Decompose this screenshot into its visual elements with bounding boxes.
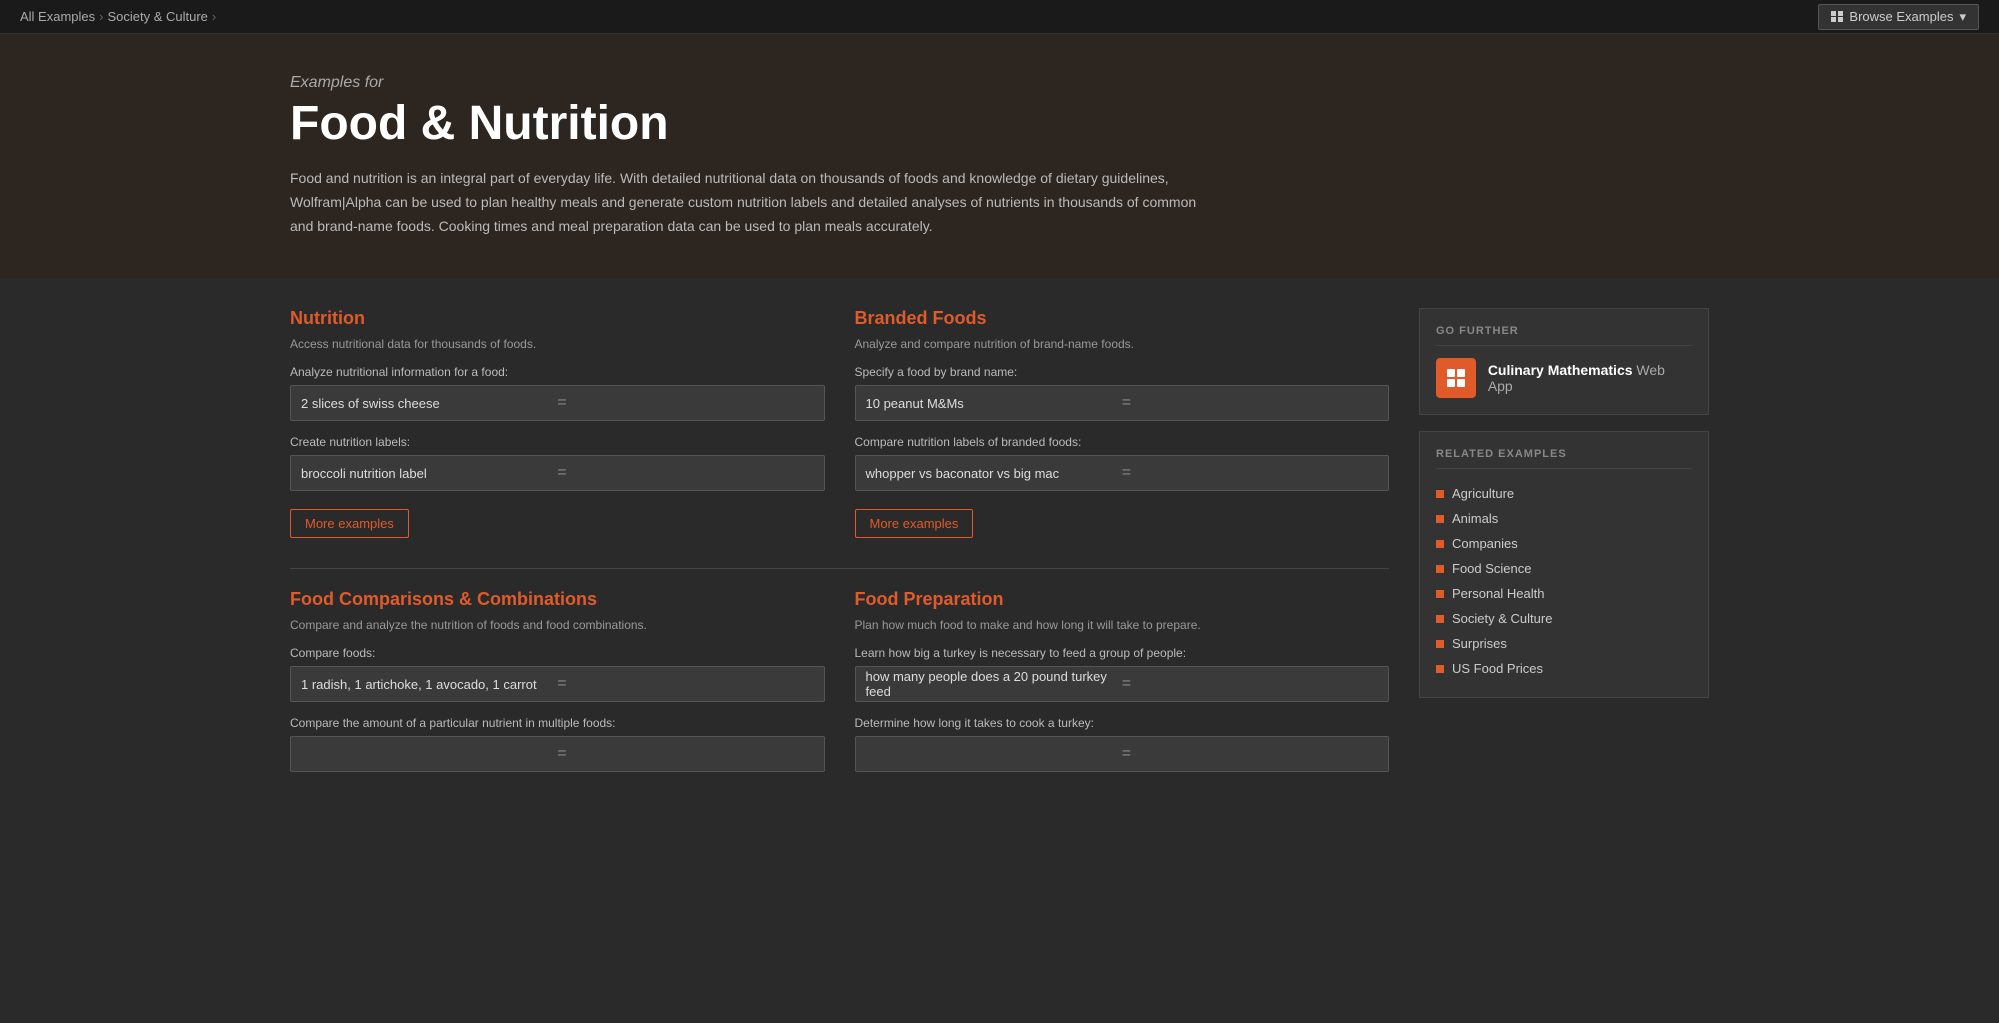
related-item-society-culture[interactable]: Society & Culture [1436,606,1692,631]
equals-icon-4: = [557,675,813,693]
branded-input-1[interactable]: whopper vs baconator vs big mac = [855,455,1390,491]
equals-icon-5: = [557,745,813,763]
culinary-app-name-strong: Culinary Mathematics [1488,362,1633,378]
nutrition-input-0[interactable]: 2 slices of swiss cheese = [290,385,825,421]
dot-icon [1436,490,1444,498]
equals-icon-1: = [557,464,813,482]
dot-icon [1436,665,1444,673]
dot-icon [1436,565,1444,573]
comparisons-input-0[interactable]: 1 radish, 1 artichoke, 1 avocado, 1 carr… [290,666,825,702]
page-title: Food & Nutrition [290,96,1709,151]
dot-icon [1436,515,1444,523]
dot-icon [1436,615,1444,623]
nutrition-value-1: broccoli nutrition label [301,466,557,481]
nutrition-more-button[interactable]: More examples [290,509,409,538]
browse-examples-label: Browse Examples [1849,9,1953,24]
food-preparation-desc: Plan how much food to make and how long … [855,618,1390,632]
related-item-surprises[interactable]: Surprises [1436,631,1692,656]
food-comparisons-title: Food Comparisons & Combinations [290,589,825,610]
preparation-field-label-1: Determine how long it takes to cook a tu… [855,716,1390,730]
breadcrumb-sep-2: › [212,9,216,24]
hero-section: Examples for Food & Nutrition Food and n… [0,34,1999,278]
equals-icon-3: = [1122,464,1378,482]
equals-icon-7: = [1122,745,1378,763]
section-row-2: Food Comparisons & Combinations Compare … [290,589,1389,786]
comparisons-field-label-0: Compare foods: [290,646,825,660]
related-examples-box: RELATED EXAMPLES Agriculture Animals Com… [1419,431,1709,698]
branded-field-label-0: Specify a food by brand name: [855,365,1390,379]
left-column: Nutrition Access nutritional data for th… [290,308,1389,816]
chevron-down-icon: ▾ [1959,9,1966,25]
food-preparation-section: Food Preparation Plan how much food to m… [855,589,1390,786]
comparisons-value-0: 1 radish, 1 artichoke, 1 avocado, 1 carr… [301,677,557,692]
related-item-personal-health[interactable]: Personal Health [1436,581,1692,606]
breadcrumb: All Examples › Society & Culture › [20,9,216,24]
related-item-animals[interactable]: Animals [1436,506,1692,531]
app-grid-icon [1447,369,1465,387]
hero-description: Food and nutrition is an integral part o… [290,167,1210,238]
society-culture-link[interactable]: Society & Culture [107,9,207,24]
all-examples-link[interactable]: All Examples [20,9,95,24]
food-comparisons-section: Food Comparisons & Combinations Compare … [290,589,825,786]
branded-foods-section: Branded Foods Analyze and compare nutrit… [855,308,1390,538]
preparation-value-0: how many people does a 20 pound turkey f… [866,669,1122,699]
nutrition-field-label-0: Analyze nutritional information for a fo… [290,365,825,379]
nutrition-section: Nutrition Access nutritional data for th… [290,308,825,538]
grid-icon [1831,11,1843,23]
related-item-food-science[interactable]: Food Science [1436,556,1692,581]
dot-icon [1436,640,1444,648]
nutrition-desc: Access nutritional data for thousands of… [290,337,825,351]
examples-for-label: Examples for [290,74,1709,92]
related-item-us-food-prices[interactable]: US Food Prices [1436,656,1692,681]
equals-icon-2: = [1122,394,1378,412]
sidebar: GO FURTHER Culinary Mathematics Web App … [1419,308,1709,816]
equals-icon-0: = [557,394,813,412]
preparation-input-0[interactable]: how many people does a 20 pound turkey f… [855,666,1390,702]
related-heading: RELATED EXAMPLES [1436,448,1692,469]
culinary-app-item[interactable]: Culinary Mathematics Web App [1436,358,1692,398]
branded-value-1: whopper vs baconator vs big mac [866,466,1122,481]
related-item-agriculture[interactable]: Agriculture [1436,481,1692,506]
food-comparisons-desc: Compare and analyze the nutrition of foo… [290,618,825,632]
culinary-app-name: Culinary Mathematics Web App [1488,362,1692,394]
related-item-companies[interactable]: Companies [1436,531,1692,556]
breadcrumb-sep-1: › [99,9,103,24]
preparation-input-1[interactable]: = [855,736,1390,772]
nutrition-input-1[interactable]: broccoli nutrition label = [290,455,825,491]
go-further-box: GO FURTHER Culinary Mathematics Web App [1419,308,1709,415]
branded-more-button[interactable]: More examples [855,509,974,538]
nutrition-title: Nutrition [290,308,825,329]
section-row-1: Nutrition Access nutritional data for th… [290,308,1389,538]
dot-icon [1436,590,1444,598]
main-content: Nutrition Access nutritional data for th… [0,278,1999,846]
go-further-heading: GO FURTHER [1436,325,1692,346]
browse-examples-button[interactable]: Browse Examples ▾ [1818,4,1979,30]
comparisons-field-label-1: Compare the amount of a particular nutri… [290,716,825,730]
top-nav: All Examples › Society & Culture › Brows… [0,0,1999,34]
related-list: Agriculture Animals Companies Food Scien… [1436,481,1692,681]
nutrition-field-label-1: Create nutrition labels: [290,435,825,449]
divider-1 [290,568,1389,569]
branded-foods-desc: Analyze and compare nutrition of brand-n… [855,337,1390,351]
branded-foods-title: Branded Foods [855,308,1390,329]
culinary-app-icon [1436,358,1476,398]
comparisons-input-1[interactable]: = [290,736,825,772]
branded-input-0[interactable]: 10 peanut M&Ms = [855,385,1390,421]
dot-icon [1436,540,1444,548]
equals-icon-6: = [1122,675,1378,693]
food-preparation-title: Food Preparation [855,589,1390,610]
branded-field-label-1: Compare nutrition labels of branded food… [855,435,1390,449]
nutrition-value-0: 2 slices of swiss cheese [301,396,557,411]
preparation-field-label-0: Learn how big a turkey is necessary to f… [855,646,1390,660]
branded-value-0: 10 peanut M&Ms [866,396,1122,411]
